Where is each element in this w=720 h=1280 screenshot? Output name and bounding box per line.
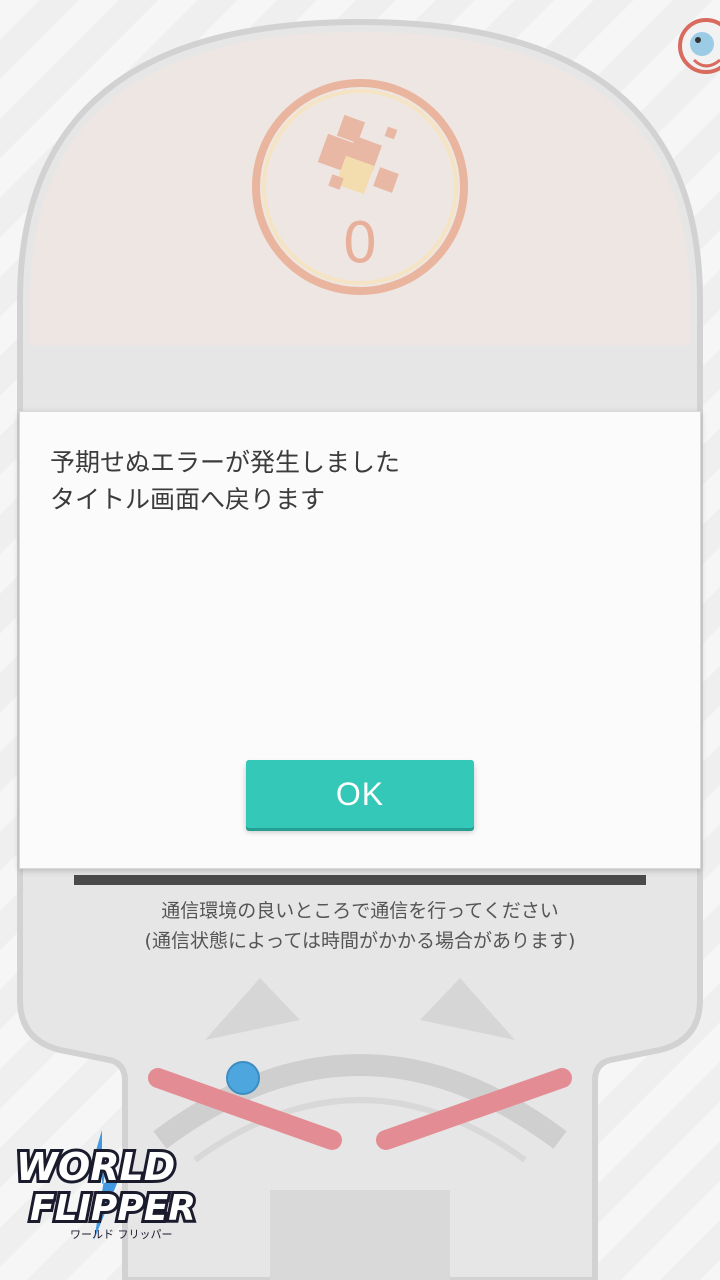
error-dialog: 予期せぬエラーが発生しました タイトル画面へ戻ります OK [19, 411, 701, 869]
error-message-line-1: 予期せぬエラーが発生しました [50, 448, 401, 477]
corner-character-icon [678, 18, 720, 74]
drain-grid [270, 1190, 450, 1280]
ball [226, 1061, 260, 1095]
connection-notice: 通信環境の良いところで通信を行ってください (通信状態によっては時間がかかる場合… [60, 896, 660, 956]
connection-notice-line-2: (通信状態によっては時間がかかる場合があります) [144, 930, 576, 952]
error-message: 予期せぬエラーが発生しました タイトル画面へ戻ります [50, 444, 670, 518]
logo-title-line-1: WORLD [16, 1145, 175, 1189]
error-message-line-2: タイトル画面へ戻ります [50, 485, 326, 514]
connection-status-bar [74, 875, 646, 885]
connection-notice-line-1: 通信環境の良いところで通信を行ってください [161, 900, 559, 922]
logo-subtitle: ワールド フリッパー [70, 1228, 173, 1241]
logo-title-line-2: FLIPPER [30, 1188, 196, 1229]
ok-button[interactable]: OK [246, 760, 474, 828]
world-flipper-logo: WORLD FLIPPER ワールド フリッパー [13, 1130, 199, 1241]
score-value: 0 [342, 211, 378, 276]
